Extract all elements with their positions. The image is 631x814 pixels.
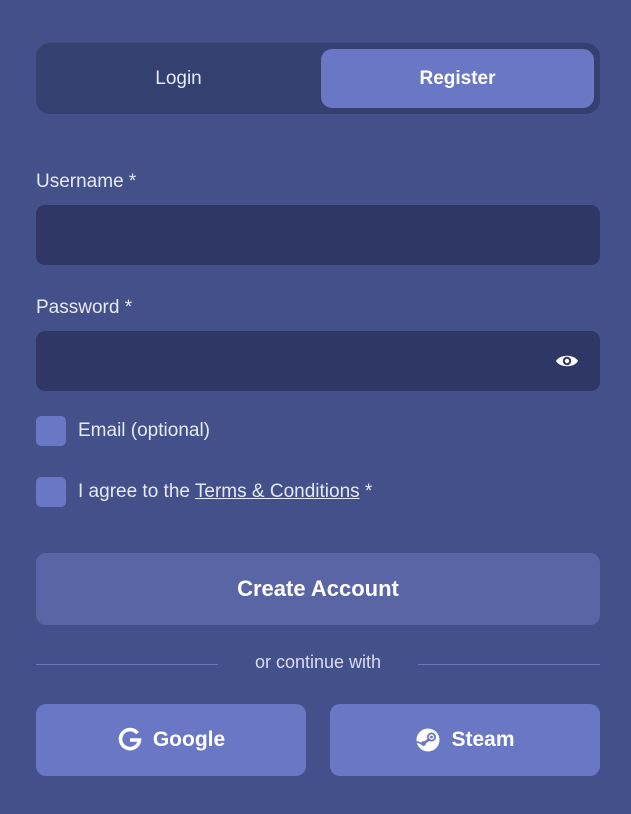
terms-agree-text: I agree to the Terms & Conditions * [78,481,372,503]
auth-tabs: Login Register [36,43,600,114]
create-account-button[interactable]: Create Account [36,553,600,625]
terms-checkbox[interactable] [36,477,66,507]
password-field[interactable] [36,331,600,391]
steam-button[interactable]: Steam [330,704,600,776]
google-icon [118,727,142,751]
terms-agree-row: I agree to the Terms & Conditions * [36,477,372,507]
divider-text: or continue with [254,652,382,672]
google-label: Google [152,728,226,751]
steam-label: Steam [451,728,515,751]
email-checkbox-label: Email (optional) [78,420,210,441]
tab-register[interactable]: Register [321,49,594,108]
divider-right [418,664,600,665]
password-label: Password * [36,297,133,318]
username-label: Username * [36,171,137,192]
email-checkbox[interactable] [36,416,66,446]
google-button[interactable]: Google [36,704,306,776]
divider-left [36,664,218,665]
agree-prefix: I agree to the [78,481,195,502]
terms-link[interactable]: Terms & Conditions [195,481,360,502]
tab-login[interactable]: Login [42,49,315,108]
eye-icon[interactable] [553,349,581,373]
username-field[interactable] [36,205,600,265]
create-account-label: Create Account [237,576,399,601]
email-option-row: Email (optional) [36,416,210,446]
agree-suffix: * [359,481,373,502]
steam-icon [416,728,440,752]
